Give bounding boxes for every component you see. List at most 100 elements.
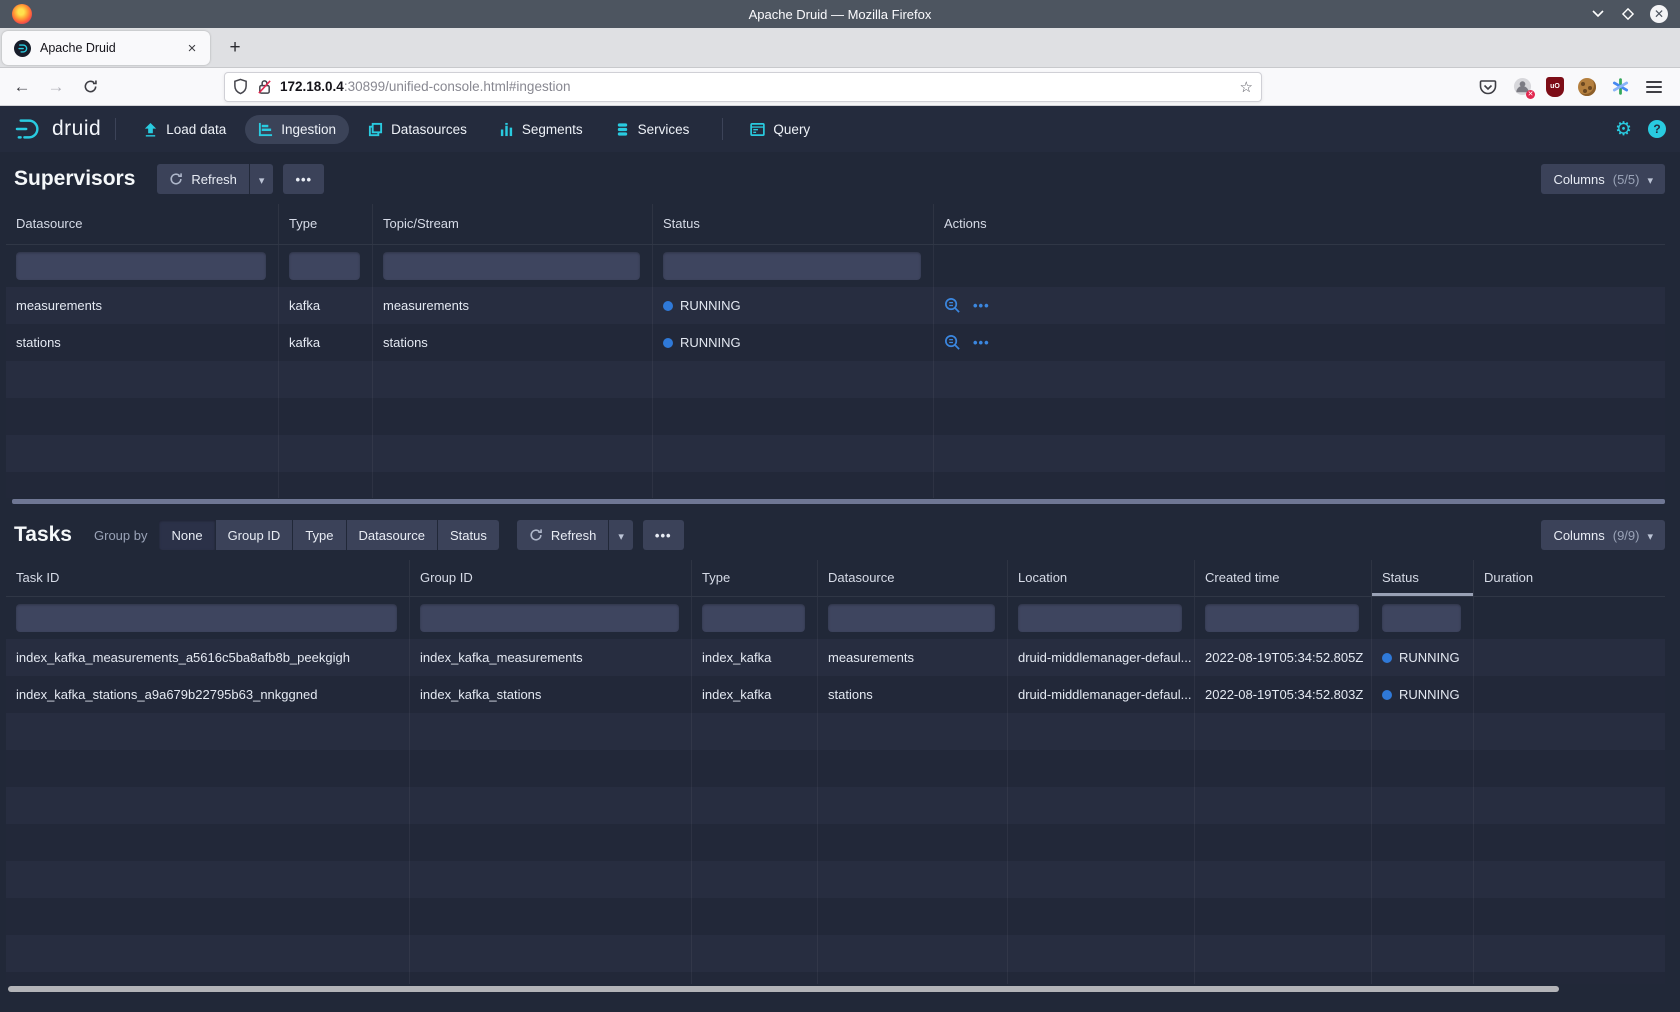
supervisors-refresh-interval-dropdown[interactable] [250, 164, 274, 194]
column-header-type[interactable]: Type [692, 560, 818, 596]
nav-services[interactable]: Services [602, 115, 703, 144]
status-dot [1382, 690, 1392, 700]
status-dot [663, 338, 673, 348]
status-dot [663, 301, 673, 311]
supervisors-columns-dropdown[interactable]: Columns (5/5) [1541, 164, 1665, 194]
group-by-none-button[interactable]: None [159, 520, 214, 550]
tasks-title: Tasks [14, 523, 72, 547]
row-actions-icon[interactable] [973, 324, 990, 361]
back-button[interactable] [8, 73, 36, 101]
forward-button[interactable] [42, 73, 70, 101]
ublock-icon[interactable]: uO [1546, 77, 1564, 97]
reload-button[interactable] [76, 73, 104, 101]
druid-logo[interactable]: druid [14, 116, 101, 142]
filter-topic-input[interactable] [383, 252, 640, 280]
window-titlebar: Apache Druid — Mozilla Firefox ✕ [0, 0, 1680, 28]
column-header-status[interactable]: Status [653, 204, 934, 244]
inspect-magnifier-icon[interactable] [944, 297, 961, 314]
tasks-columns-dropdown[interactable]: Columns (9/9) [1541, 520, 1665, 550]
column-header-status-sorted[interactable]: Status [1372, 560, 1474, 596]
empty-row [6, 898, 1665, 935]
close-window-icon[interactable]: ✕ [1650, 5, 1668, 23]
column-header-topic-stream[interactable]: Topic/Stream [373, 204, 653, 244]
supervisors-horizontal-scrollbar[interactable] [12, 499, 1665, 504]
browser-tab[interactable]: Apache Druid [2, 31, 210, 65]
column-header-datasource[interactable]: Datasource [818, 560, 1008, 596]
column-header-type[interactable]: Type [279, 204, 373, 244]
task-row[interactable]: index_kafka_stations_a9a679b22795b63_nnk… [6, 676, 1665, 713]
cell-created-time: 2022-08-19T05:34:52.805Z [1195, 639, 1372, 676]
column-header-duration[interactable]: Duration [1474, 560, 1665, 596]
filter-group-id-input[interactable] [420, 604, 679, 632]
column-header-actions: Actions [934, 204, 1665, 244]
tab-bar: Apache Druid [0, 28, 1680, 68]
cell-group-id: index_kafka_stations [410, 676, 692, 713]
column-header-datasource[interactable]: Datasource [6, 204, 279, 244]
filter-location-input[interactable] [1018, 604, 1182, 632]
filter-status-input[interactable] [1382, 604, 1461, 632]
help-icon[interactable] [1648, 120, 1666, 138]
column-header-location[interactable]: Location [1008, 560, 1195, 596]
row-actions-icon[interactable] [973, 287, 990, 324]
minimize-icon[interactable] [1590, 6, 1606, 22]
cell-duration [1474, 676, 1665, 713]
group-by-segmented-control: None Group ID Type Datasource Status [159, 520, 498, 550]
cell-topic: measurements [373, 287, 653, 324]
filter-type-input[interactable] [289, 252, 360, 280]
filter-datasource-input[interactable] [828, 604, 995, 632]
empty-row [6, 935, 1665, 972]
column-header-created-time[interactable]: Created time [1195, 560, 1372, 596]
browser-toolbar: 172.18.0.4:30899/unified-console.html#in… [0, 68, 1680, 106]
druid-header-bar: druid Load data Ingestion Datasources Se… [0, 106, 1680, 152]
nav-load-data[interactable]: Load data [130, 115, 239, 144]
group-by-type-button[interactable]: Type [293, 520, 345, 550]
supervisors-table: Datasource Type Topic/Stream Status Acti… [6, 204, 1665, 498]
filter-task-id-input[interactable] [16, 604, 397, 632]
group-by-status-button[interactable]: Status [438, 520, 499, 550]
tasks-refresh-button[interactable]: Refresh [517, 520, 609, 550]
new-tab-button[interactable] [220, 33, 250, 63]
filter-datasource-input[interactable] [16, 252, 266, 280]
group-by-datasource-button[interactable]: Datasource [347, 520, 437, 550]
group-by-group-id-button[interactable]: Group ID [216, 520, 293, 550]
cell-topic: stations [373, 324, 653, 361]
cell-task-id: index_kafka_stations_a9a679b22795b63_nnk… [6, 676, 410, 713]
task-row[interactable]: index_kafka_measurements_a5616c5ba8afb8b… [6, 639, 1665, 676]
account-extension-icon[interactable]: ✕ [1512, 77, 1532, 97]
menu-icon[interactable] [1644, 77, 1664, 97]
insecure-lock-icon[interactable] [257, 78, 272, 95]
nav-datasources[interactable]: Datasources [355, 115, 480, 144]
url-bar[interactable]: 172.18.0.4:30899/unified-console.html#in… [224, 72, 1262, 102]
supervisors-more-button[interactable] [283, 164, 324, 194]
tasks-section: Tasks Group by None Group ID Type Dataso… [6, 508, 1665, 992]
cell-status: RUNNING [1372, 639, 1474, 676]
inspect-magnifier-icon[interactable] [944, 334, 961, 351]
extension-asterisk-icon[interactable] [1610, 77, 1630, 97]
filter-created-time-input[interactable] [1205, 604, 1359, 632]
column-header-task-id[interactable]: Task ID [6, 560, 410, 596]
bookmark-star-icon[interactable] [1240, 78, 1253, 96]
group-by-label: Group by [94, 528, 147, 543]
close-tab-icon[interactable] [182, 38, 202, 58]
tasks-horizontal-scrollbar[interactable] [6, 986, 1665, 992]
nav-query[interactable]: Query [737, 115, 823, 144]
pocket-icon[interactable] [1478, 77, 1498, 97]
cell-location: druid-middlemanager-defaul... [1008, 639, 1195, 676]
error-badge: ✕ [1526, 90, 1535, 99]
nav-ingestion[interactable]: Ingestion [245, 115, 349, 144]
gantt-chart-icon [258, 122, 273, 137]
supervisors-refresh-button[interactable]: Refresh [157, 164, 249, 194]
tasks-more-button[interactable] [643, 520, 684, 550]
tracking-shield-icon[interactable] [233, 78, 248, 95]
supervisor-row[interactable]: measurements kafka measurements RUNNING [6, 287, 1665, 324]
nav-segments[interactable]: Segments [486, 115, 596, 144]
supervisor-row[interactable]: stations kafka stations RUNNING [6, 324, 1665, 361]
tasks-refresh-interval-dropdown[interactable] [609, 520, 633, 550]
filter-status-input[interactable] [663, 252, 921, 280]
column-header-group-id[interactable]: Group ID [410, 560, 692, 596]
settings-gear-icon[interactable] [1615, 118, 1632, 141]
status-dot [1382, 653, 1392, 663]
filter-type-input[interactable] [702, 604, 805, 632]
cookie-extension-icon[interactable] [1578, 78, 1596, 96]
maximize-icon[interactable] [1620, 6, 1636, 22]
